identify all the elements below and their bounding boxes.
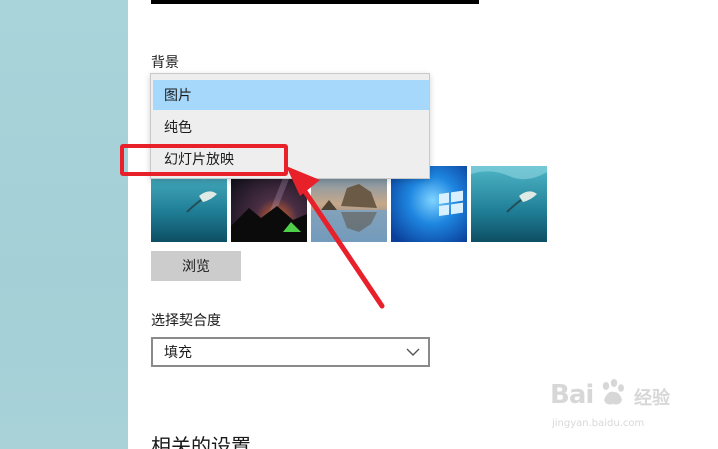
annotation-arrow	[286, 166, 385, 309]
preview-image-edge	[151, 0, 479, 4]
fit-label: 选择契合度	[151, 312, 221, 328]
watermark-brand: Bai	[550, 380, 594, 410]
annotation-highlight-box	[120, 144, 288, 176]
baidu-paw-icon	[602, 379, 624, 405]
settings-window: 背景 图片 纯色 幻灯片放映 浏览 选择契合度 填充 相关的设置 Bai 经验 …	[0, 0, 718, 449]
recent-image-5[interactable]	[471, 166, 547, 242]
dropdown-item-solid-color[interactable]: 纯色	[153, 112, 429, 142]
watermark-url: jingyan.baidu.com	[552, 418, 645, 429]
sidebar-background	[0, 0, 128, 449]
baidu-watermark: Bai 经验 jingyan.baidu.com	[548, 372, 680, 434]
related-settings-heading: 相关的设置	[151, 436, 251, 449]
watermark-brand-cn: 经验	[634, 388, 670, 409]
chevron-down-icon	[406, 348, 420, 356]
dropdown-item-picture[interactable]: 图片	[153, 80, 429, 110]
fit-select[interactable]: 填充	[151, 337, 430, 367]
background-label: 背景	[151, 54, 179, 70]
browse-button[interactable]: 浏览	[151, 251, 241, 281]
fit-select-value: 填充	[164, 344, 192, 360]
